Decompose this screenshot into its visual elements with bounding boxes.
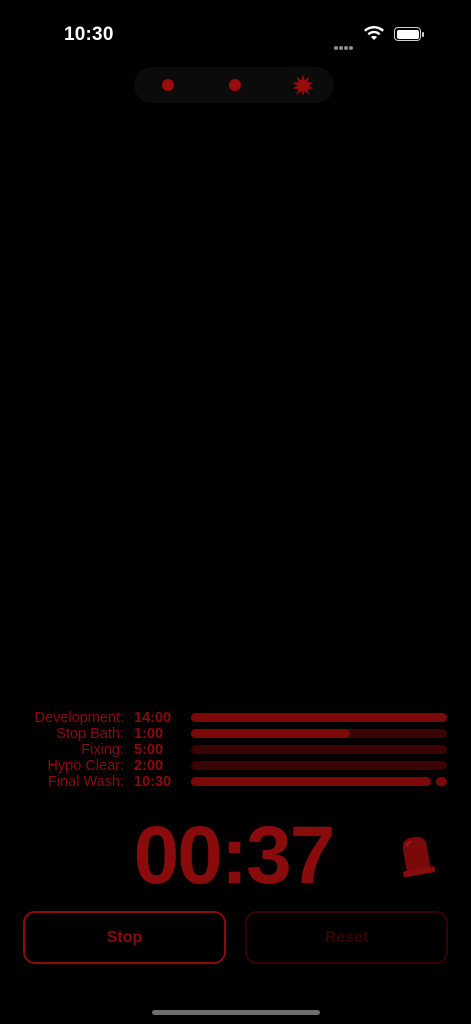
starburst-icon[interactable] bbox=[292, 74, 314, 96]
page-indicator[interactable] bbox=[134, 67, 334, 103]
step-row-stop-bath: Stop Bath: 1:00 bbox=[0, 726, 471, 742]
bell-icon[interactable] bbox=[396, 831, 436, 877]
step-label: Stop Bath: bbox=[56, 726, 124, 742]
step-label: Development: bbox=[34, 710, 124, 726]
step-duration: 10:30 bbox=[134, 774, 172, 790]
step-duration: 1:00 bbox=[134, 726, 164, 742]
step-progress-fill bbox=[191, 777, 431, 786]
page-dot[interactable] bbox=[229, 79, 241, 91]
final-wash-extra-segment bbox=[436, 777, 447, 786]
step-row-final-wash: Final Wash: 10:30 bbox=[0, 774, 471, 790]
step-duration: 14:00 bbox=[134, 710, 172, 726]
step-progress-bar bbox=[191, 745, 447, 754]
home-indicator[interactable] bbox=[152, 1010, 320, 1015]
cellular-signal-icon bbox=[334, 37, 354, 55]
battery-icon bbox=[394, 27, 424, 41]
step-row-fixing: Fixing: 5:00 bbox=[0, 742, 471, 758]
step-progress-fill bbox=[191, 713, 447, 722]
page-dot[interactable] bbox=[162, 79, 174, 91]
step-label: Fixing: bbox=[81, 742, 124, 758]
step-row-hypo-clear: Hypo Clear: 2:00 bbox=[0, 758, 471, 774]
timer-value: 00:37 bbox=[133, 810, 336, 901]
step-label: Hypo Clear: bbox=[47, 758, 124, 774]
step-label: Final Wash: bbox=[47, 774, 124, 790]
status-time: 10:30 bbox=[64, 24, 114, 45]
step-duration: 2:00 bbox=[134, 758, 164, 774]
step-progress-bar bbox=[191, 729, 447, 738]
wifi-icon bbox=[364, 26, 384, 40]
step-duration: 5:00 bbox=[134, 742, 164, 758]
step-progress-bar bbox=[191, 777, 431, 786]
step-row-development: Development: 14:00 bbox=[0, 710, 471, 726]
reset-button[interactable]: Reset bbox=[245, 911, 448, 964]
stop-button[interactable]: Stop bbox=[23, 911, 226, 964]
step-progress-bar bbox=[191, 713, 447, 722]
step-progress-bar bbox=[191, 761, 447, 770]
step-progress-fill bbox=[191, 729, 350, 738]
status-bar: 10:30 bbox=[0, 0, 471, 70]
